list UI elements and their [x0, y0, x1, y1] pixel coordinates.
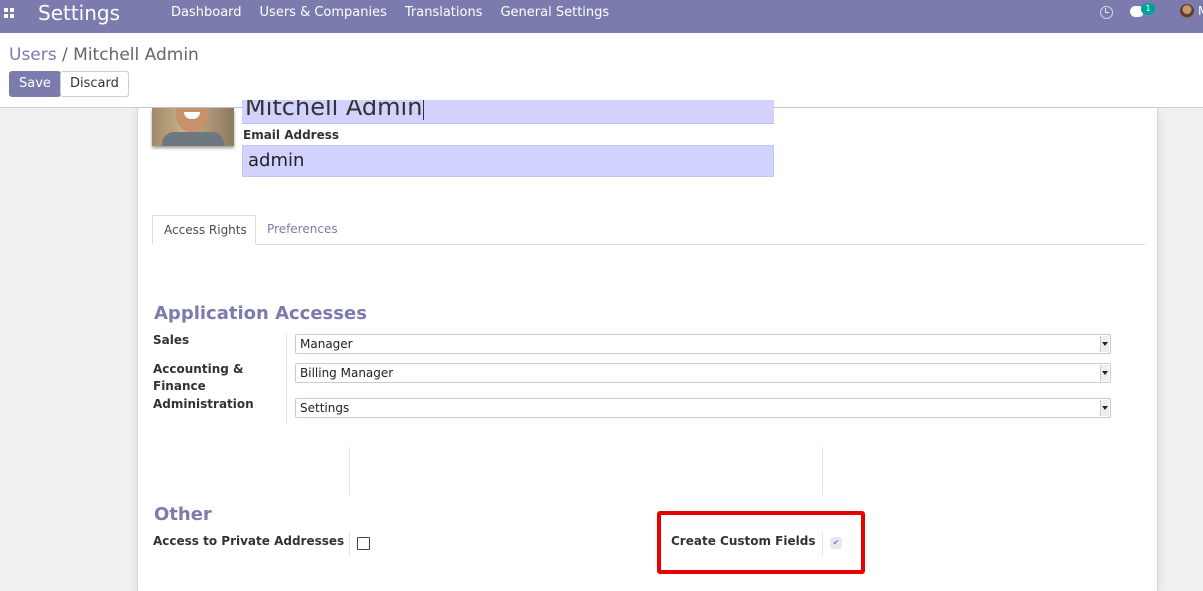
breadcrumb-users-link[interactable]: Users — [9, 45, 57, 65]
field-separator — [286, 333, 287, 424]
administration-select[interactable]: Settings — [295, 398, 1111, 418]
application-accesses-title: Application Accesses — [154, 303, 367, 324]
user-photo[interactable] — [152, 108, 234, 146]
chat-counter-badge: 1 — [1141, 3, 1155, 15]
app-brand[interactable]: Settings — [38, 1, 120, 25]
email-input[interactable]: admin — [242, 145, 774, 177]
chevron-down-icon — [1100, 365, 1109, 381]
other-title: Other — [154, 504, 212, 525]
annotation-highlight-box — [657, 511, 865, 574]
breadcrumb: Users / Mitchell Admin — [9, 45, 199, 65]
sales-label: Sales — [153, 333, 190, 347]
name-input[interactable]: Mitchell Admin — [242, 100, 774, 124]
control-panel: Users / Mitchell Admin Save Discard — [0, 33, 1203, 108]
tab-access-rights[interactable]: Access Rights — [152, 215, 256, 245]
breadcrumb-current: Mitchell Admin — [73, 45, 199, 65]
email-label: Email Address — [243, 128, 340, 142]
chevron-down-icon — [1100, 400, 1109, 416]
main-menu: Dashboard Users & Companies Translations… — [162, 0, 618, 33]
sales-select-value: Manager — [300, 337, 353, 351]
menu-dashboard[interactable]: Dashboard — [162, 0, 251, 33]
administration-select-value: Settings — [300, 401, 350, 415]
group-separator — [822, 447, 823, 495]
text-caret — [423, 100, 425, 120]
field-separator — [349, 532, 350, 556]
administration-label: Administration — [153, 397, 254, 411]
private-addresses-checkbox[interactable] — [357, 537, 370, 550]
accounting-select[interactable]: Billing Manager — [295, 363, 1111, 383]
user-avatar[interactable] — [1180, 4, 1194, 18]
accounting-select-value: Billing Manager — [300, 366, 394, 380]
menu-general-settings[interactable]: General Settings — [491, 0, 618, 33]
menu-translations[interactable]: Translations — [396, 0, 492, 33]
save-button[interactable]: Save — [9, 71, 61, 97]
notebook-tabs: Access Rights Preferences — [152, 215, 1145, 245]
tab-preferences[interactable]: Preferences — [256, 215, 349, 245]
private-addresses-label: Access to Private Addresses — [153, 534, 345, 548]
form-sheet: Mitchell Admin Email Address admin Acces… — [137, 100, 1158, 591]
breadcrumb-separator: / — [62, 45, 68, 65]
activity-clock-icon[interactable] — [1100, 6, 1113, 19]
sales-select[interactable]: Manager — [295, 334, 1111, 354]
accounting-label: Accounting & Finance — [153, 362, 244, 393]
top-navbar: Settings Dashboard Users & Companies Tra… — [0, 0, 1203, 33]
name-input-value: Mitchell Admin — [245, 100, 423, 121]
group-separator — [349, 447, 350, 495]
chevron-down-icon — [1100, 336, 1109, 352]
discard-button[interactable]: Discard — [60, 71, 129, 97]
apps-grid-icon[interactable] — [4, 8, 16, 20]
user-menu-name[interactable]: M — [1198, 4, 1203, 18]
menu-users-companies[interactable]: Users & Companies — [251, 0, 396, 33]
